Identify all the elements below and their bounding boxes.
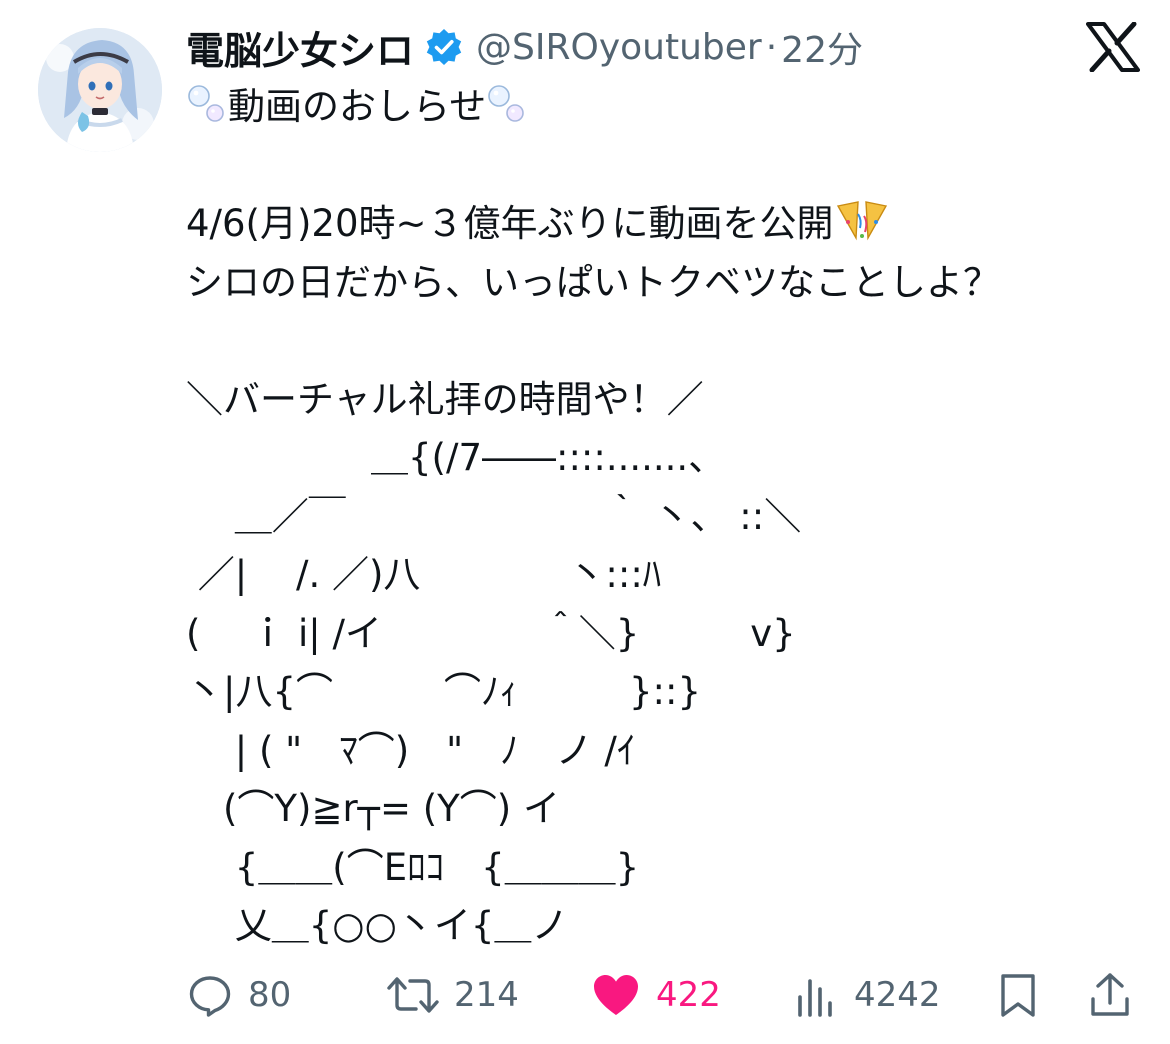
schedule-line: 4/6(月)20時~３億年ぶりに動画を公開 xyxy=(186,202,834,245)
retweet-count: 214 xyxy=(454,975,519,1015)
reply-icon xyxy=(189,976,231,1017)
bubbles-emoji-icon xyxy=(488,85,525,122)
reply-count: 80 xyxy=(248,975,292,1015)
action-bar: 80 214 422 4242 xyxy=(0,960,1170,1030)
avatar-illustration xyxy=(38,28,162,152)
tweet-text: 動画のおしらせ 4/6(月)20時~３億年ぶりに動画を公開 シロの日だから、いっ… xyxy=(186,78,1146,956)
separator-dot: · xyxy=(765,26,778,68)
views-button[interactable]: 4242 xyxy=(796,960,941,1030)
party-popper-emoji-icon xyxy=(836,201,887,241)
views-icon xyxy=(798,979,832,1017)
bookmark-button[interactable] xyxy=(998,960,1038,1030)
like-count: 422 xyxy=(656,975,721,1015)
catchphrase-line: ＼バーチャル礼拝の時間や！／ xyxy=(186,377,704,421)
retweet-icon xyxy=(387,977,439,1013)
share-icon xyxy=(1091,973,1129,1016)
ascii-art: ＿{(/7――::::.......、 ＿／￣ ｀ 丶、 ::＼ ／| /. ／… xyxy=(186,436,802,947)
bubbles-emoji-icon xyxy=(188,85,224,122)
retweet-button[interactable]: 214 xyxy=(386,960,519,1030)
reply-button[interactable]: 80 xyxy=(186,960,291,1030)
announcement-title: 動画のおしらせ xyxy=(228,85,487,128)
heart-icon xyxy=(594,975,638,1015)
handle[interactable]: @SIROyoutuber xyxy=(476,27,762,68)
bookmark-icon xyxy=(1001,974,1035,1017)
verified-badge-icon xyxy=(426,29,462,65)
display-name[interactable]: 電脳少女シロ xyxy=(186,20,414,75)
message-line: シロの日だから、いっぱいトクベツなことしよ？ xyxy=(186,260,1000,304)
views-count: 4242 xyxy=(854,975,941,1015)
like-button[interactable]: 422 xyxy=(590,960,721,1030)
timestamp[interactable]: 22分 xyxy=(781,21,863,73)
share-button[interactable] xyxy=(1088,960,1132,1030)
tweet-header: 電脳少女シロ @SIROyoutuber · 22分 xyxy=(186,20,863,74)
avatar[interactable] xyxy=(38,28,162,152)
x-logo-icon[interactable] xyxy=(1086,22,1140,72)
